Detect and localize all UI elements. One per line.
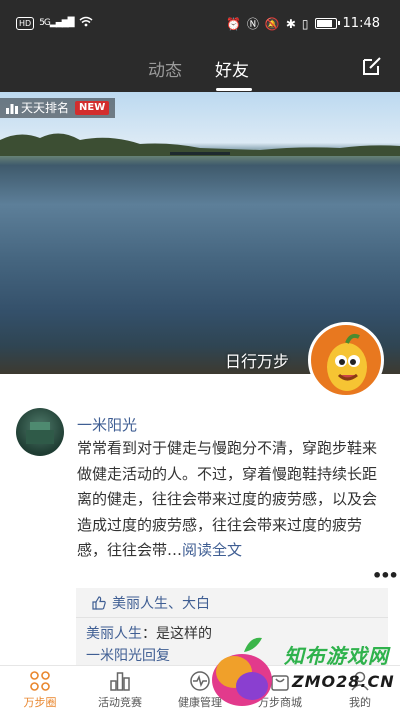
- nav-label: 万步商城: [258, 696, 302, 709]
- nav-item-health[interactable]: 健康管理: [160, 666, 240, 711]
- status-bar: HD 5G▂▄▆█ ⏰ Ⓝ 🔕 ✱ ▯ 11:48: [0, 0, 400, 48]
- mascot-avatar[interactable]: [308, 322, 384, 398]
- hd-icon: HD: [16, 16, 35, 30]
- tab-friends[interactable]: 好友: [215, 56, 249, 81]
- nav-label: 万步圈: [23, 696, 57, 709]
- new-tag: NEW: [75, 101, 110, 115]
- active-tab-indicator: [216, 88, 252, 91]
- silent-icon: 🔕: [264, 16, 280, 31]
- post-username[interactable]: 一米阳光: [77, 414, 137, 435]
- clock: 11:48: [342, 16, 380, 31]
- nav-label: 健康管理: [178, 696, 222, 709]
- profile-icon: [351, 671, 369, 691]
- nav-item-circle[interactable]: 万步圈: [0, 666, 80, 711]
- nfc-icon: Ⓝ: [246, 17, 259, 31]
- more-dots-icon[interactable]: •••: [372, 566, 399, 585]
- comment-item[interactable]: 美丽人生：是这样的: [76, 618, 388, 646]
- nav-label: 活动竞赛: [98, 696, 142, 709]
- tab-dynamic[interactable]: 动态: [148, 56, 182, 81]
- wifi-icon: [79, 16, 93, 30]
- nav-item-profile[interactable]: 我的: [320, 666, 400, 711]
- header-tabs: 动态 好友: [0, 48, 400, 92]
- likes-names[interactable]: 美丽人生、大白: [112, 593, 210, 613]
- nav-label: 我的: [349, 696, 371, 709]
- comment-text: 是这样的: [156, 626, 212, 642]
- rank-label: 天天排名: [21, 101, 70, 115]
- shop-icon: [271, 675, 289, 691]
- competition-icon: [110, 672, 130, 691]
- vibrate-icon: ▯: [301, 16, 309, 31]
- comment-author[interactable]: 美丽人生: [86, 626, 142, 642]
- bluetooth-icon: ✱: [285, 16, 296, 31]
- banner-shoreline: [0, 133, 400, 156]
- bottom-nav: 万步圈 活动竞赛 健康管理 万步商城 我的: [0, 665, 400, 711]
- health-icon: [190, 671, 210, 691]
- comment-item[interactable]: 一米阳光回复: [76, 646, 388, 666]
- rank-badge[interactable]: 天天排名 NEW: [0, 98, 116, 118]
- rank-chart-icon: [6, 103, 18, 114]
- circle-icon: [30, 671, 50, 691]
- battery-icon: [314, 18, 340, 29]
- read-more-link[interactable]: 阅读全文: [182, 541, 242, 559]
- nav-item-competition[interactable]: 活动竞赛: [80, 666, 160, 711]
- top-bar: HD 5G▂▄▆█ ⏰ Ⓝ 🔕 ✱ ▯ 11:48 动态 好友: [0, 0, 400, 92]
- avatar[interactable]: [16, 408, 64, 456]
- post-content: 常常看到对于健走与慢跑分不清，穿跑步鞋来做健走活动的人。不过，穿着慢跑鞋持续长距…: [77, 436, 389, 564]
- nav-item-shop[interactable]: 万步商城: [240, 666, 320, 711]
- banner-caption: 日行万步: [225, 352, 290, 371]
- signal-icon: 5G▂▄▆█: [39, 18, 74, 28]
- alarm-icon: ⏰: [225, 16, 241, 31]
- thumb-up-icon: [92, 595, 106, 610]
- edit-icon[interactable]: [360, 54, 384, 78]
- interaction-box: 美丽人生、大白 美丽人生：是这样的 一米阳光回复: [76, 588, 388, 666]
- likes-row: 美丽人生、大白: [76, 588, 388, 618]
- comment-reply-author[interactable]: 一米阳光回复: [86, 648, 170, 664]
